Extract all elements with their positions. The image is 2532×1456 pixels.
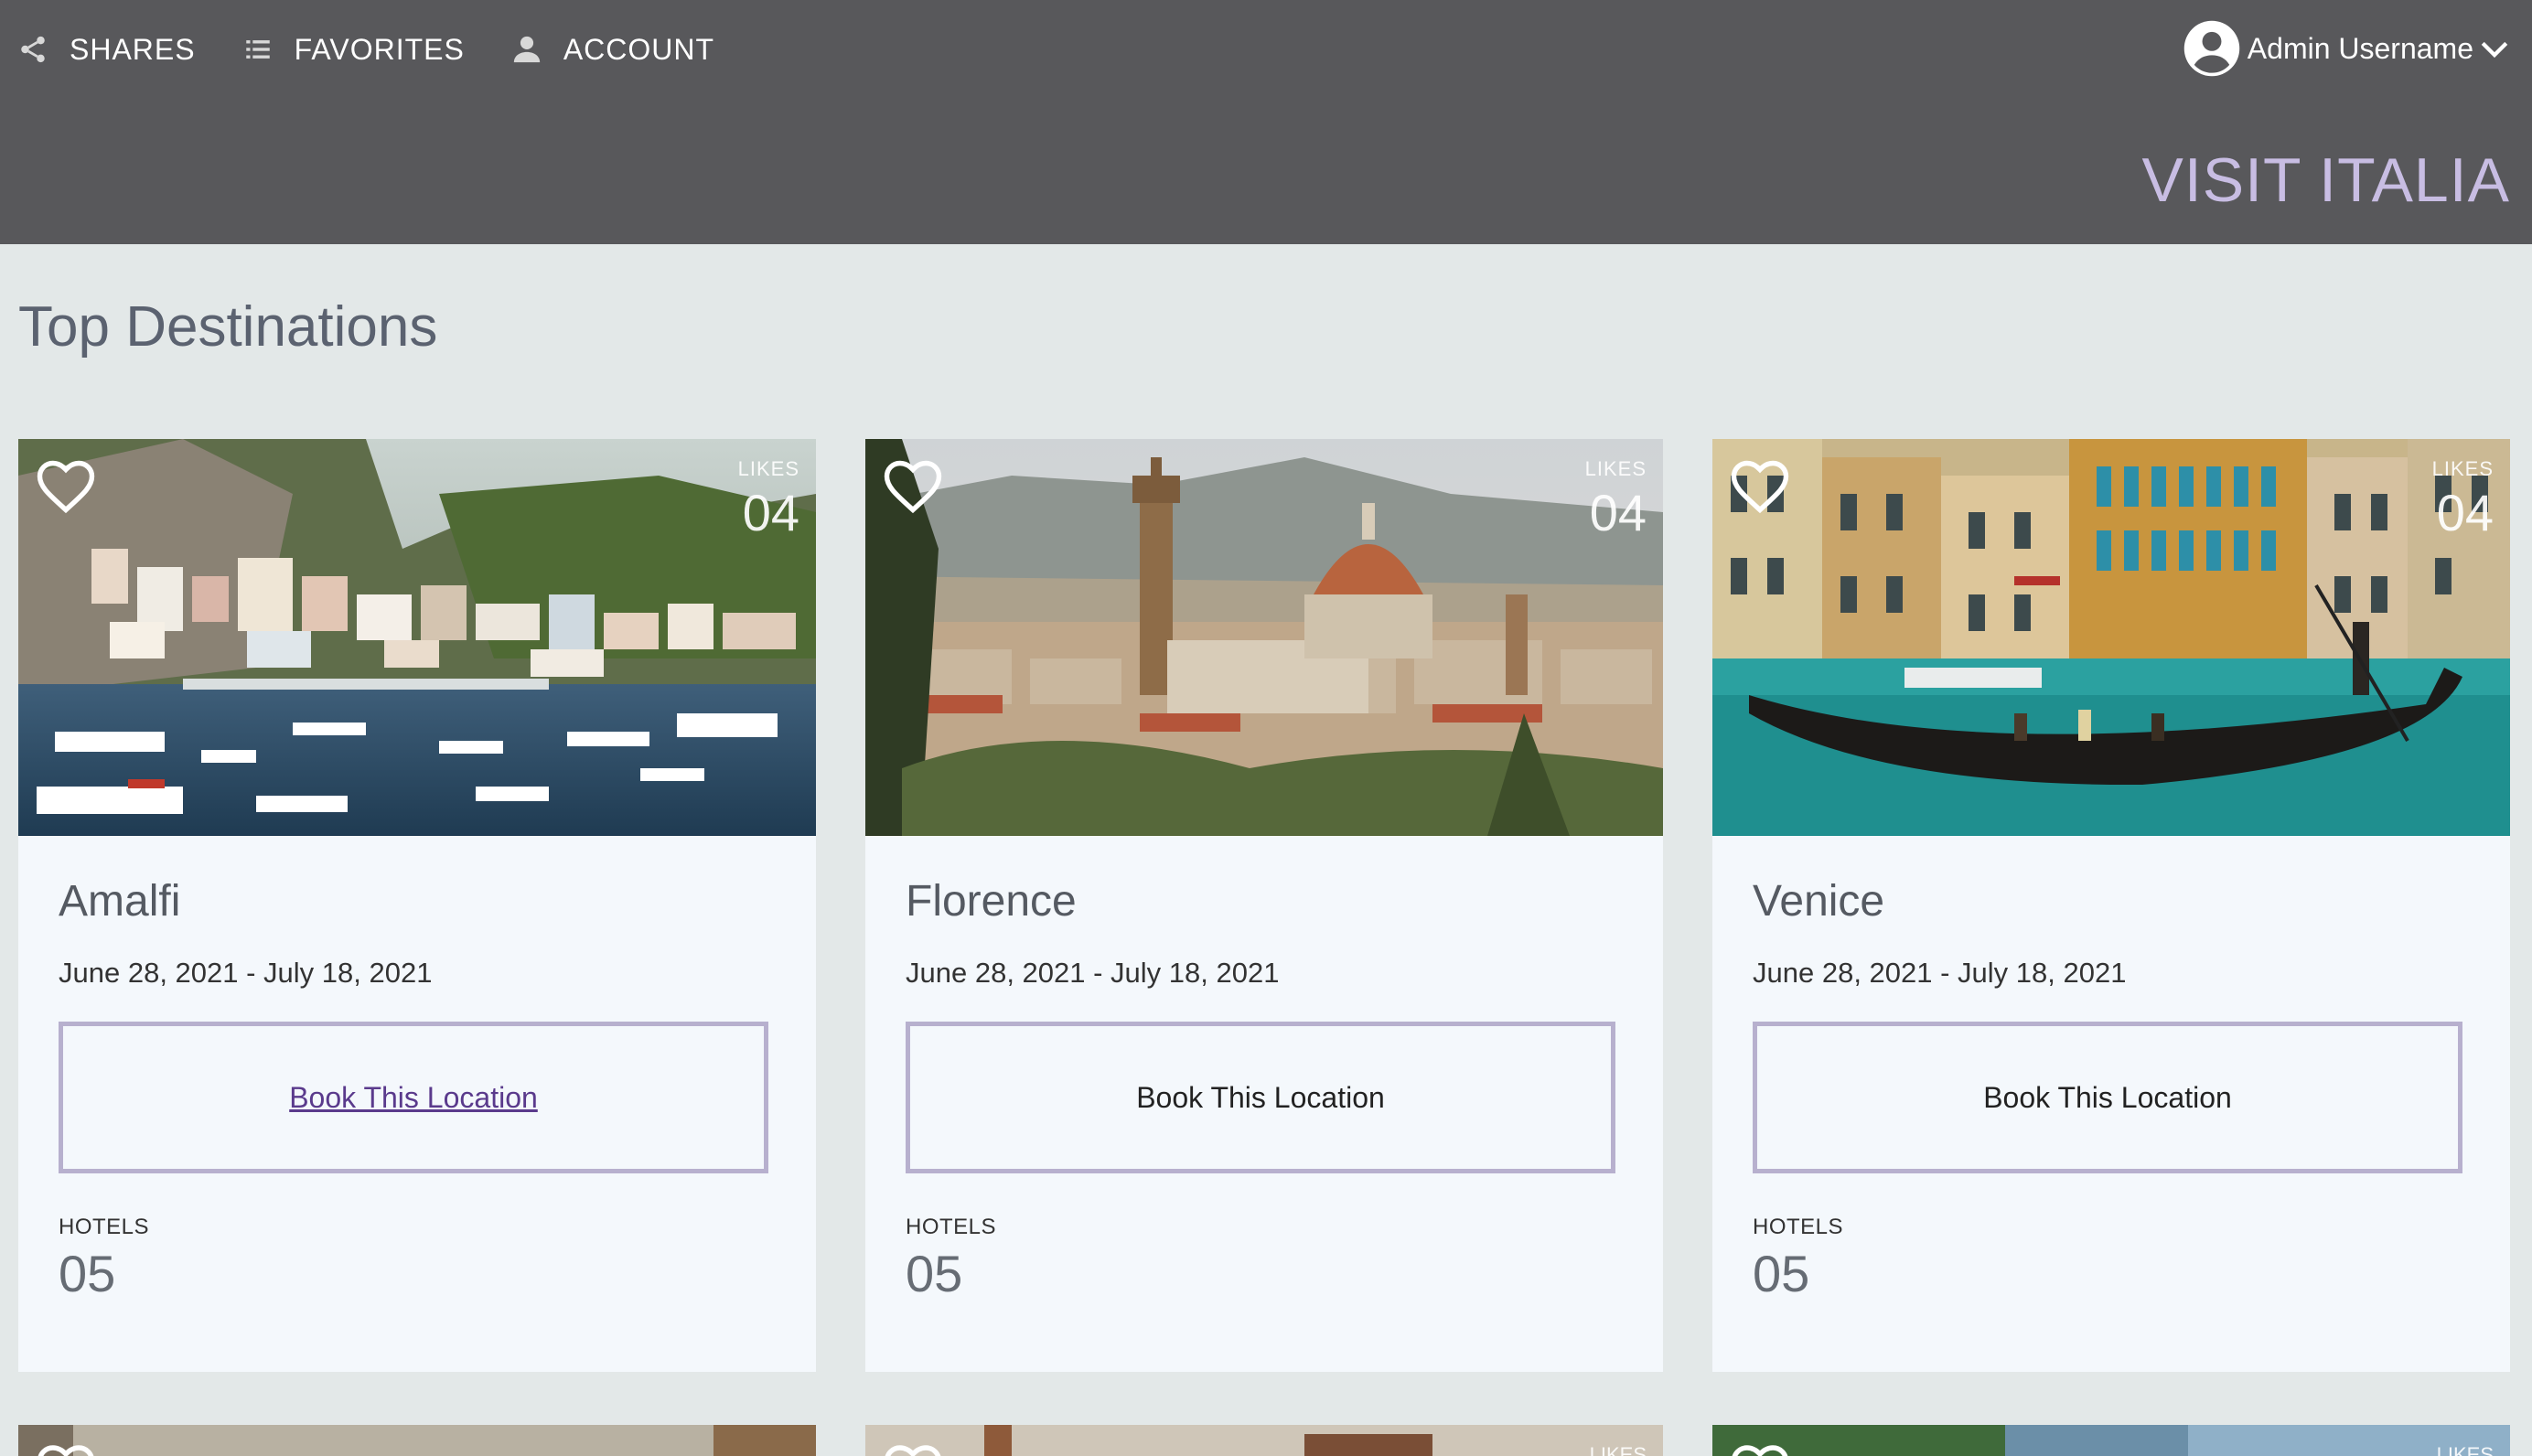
hotels-count: 05 [906, 1245, 963, 1302]
nav-account[interactable]: ACCOUNT [510, 33, 714, 67]
hotels-count: 05 [59, 1245, 116, 1302]
top-header: SHARES FAVORITES ACCOUNT Admin Username … [0, 0, 2532, 244]
nav-shares[interactable]: SHARES [16, 33, 196, 67]
favorite-heart-icon[interactable] [880, 454, 946, 519]
likes-label: LIKES [737, 457, 799, 480]
likes-label: LIKES [1589, 1443, 1647, 1456]
destination-name: Venice [1753, 877, 1885, 926]
destination-photo-florence [865, 439, 1663, 836]
destination-card-venice: LIKES 04 Venice June 28, 2021 - July 18,… [1712, 439, 2510, 1372]
destination-card-peek: LIKES [1712, 1425, 2510, 1456]
favorite-heart-icon[interactable] [1727, 454, 1793, 519]
likes-count: 04 [2436, 484, 2494, 541]
username: Admin Username [2247, 31, 2473, 65]
likes-label: LIKES [2436, 1443, 2494, 1456]
list-icon [241, 33, 274, 66]
likes-label: LIKES [1584, 457, 1647, 480]
likes-count: 04 [1589, 484, 1647, 541]
book-location-button[interactable]: Book This Location [906, 1022, 1615, 1173]
nav-account-label: ACCOUNT [563, 32, 715, 66]
nav-favorites-label: FAVORITES [294, 32, 465, 66]
share-icon [16, 33, 49, 66]
user-menu[interactable]: Admin Username [2182, 16, 2510, 80]
favorite-heart-icon[interactable] [1727, 1438, 1793, 1456]
hotels-label: HOTELS [1753, 1215, 1844, 1239]
hotels-count: 05 [1753, 1245, 1810, 1302]
destination-name: Amalfi [59, 877, 181, 926]
section-title: Top Destinations [18, 295, 438, 359]
destination-card-florence: LIKES 04 Florence June 28, 2021 - July 1… [865, 439, 1663, 1372]
destination-dates: June 28, 2021 - July 18, 2021 [906, 957, 1280, 989]
destination-card-peek [18, 1425, 816, 1456]
likes-count: 04 [742, 484, 799, 541]
main-nav: SHARES FAVORITES ACCOUNT [16, 26, 760, 73]
person-icon [510, 33, 543, 66]
chevron-down-icon [2479, 33, 2510, 64]
hotels-label: HOTELS [906, 1215, 997, 1239]
destination-photo-amalfi [18, 439, 816, 836]
likes-label: LIKES [2431, 457, 2494, 480]
destination-dates: June 28, 2021 - July 18, 2021 [1753, 957, 2127, 989]
destination-card-peek: LIKES [865, 1425, 1663, 1456]
book-location-button[interactable]: Book This Location [1753, 1022, 2462, 1173]
account-circle-icon [2182, 18, 2242, 79]
destination-photo-venice [1712, 439, 2510, 836]
destination-card-amalfi: LIKES 04 Amalfi June 28, 2021 - July 18,… [18, 439, 816, 1372]
nav-favorites[interactable]: FAVORITES [241, 33, 465, 67]
favorite-heart-icon[interactable] [33, 454, 99, 519]
destination-name: Florence [906, 877, 1077, 926]
brand-title: VISIT ITALIA [2141, 145, 2510, 215]
favorite-heart-icon[interactable] [880, 1438, 946, 1456]
favorite-heart-icon[interactable] [33, 1438, 99, 1456]
nav-shares-label: SHARES [70, 32, 196, 66]
hotels-label: HOTELS [59, 1215, 150, 1239]
destination-dates: June 28, 2021 - July 18, 2021 [59, 957, 433, 989]
book-location-button[interactable]: Book This Location [59, 1022, 768, 1173]
